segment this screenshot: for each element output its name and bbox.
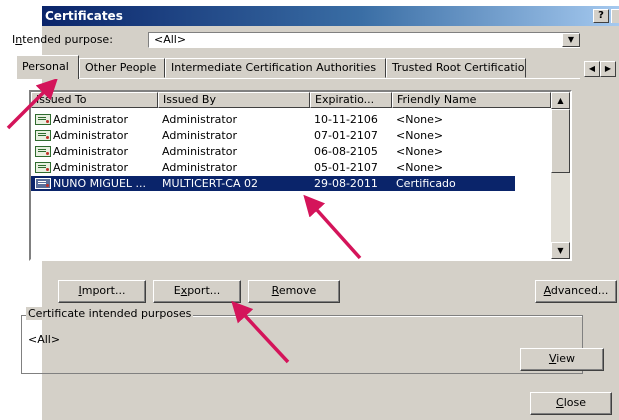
cell-issued-by: Administrator: [162, 145, 237, 158]
scroll-up-icon[interactable]: ▲: [551, 92, 570, 109]
title-bar: Certificates ?: [42, 6, 619, 26]
scroll-down-icon[interactable]: ▼: [551, 242, 570, 259]
column-issued-to[interactable]: Issued To: [31, 92, 158, 108]
tab-scroll-right-icon[interactable]: ▶: [600, 61, 616, 77]
tab-scroll-left-icon[interactable]: ◀: [584, 61, 600, 77]
cell-friendly-name: <None>: [396, 113, 444, 126]
vertical-scrollbar[interactable]: ▲ ▼: [551, 92, 570, 259]
intended-purposes-value: <All>: [28, 333, 61, 346]
cell-friendly-name: Certificado: [396, 177, 456, 190]
intended-purpose-value: <All>: [154, 33, 187, 46]
cell-issued-to: NUNO MIGUEL ...: [53, 177, 147, 190]
cell-issued-to: Administrator: [53, 129, 128, 142]
intended-purpose-select[interactable]: <All>: [148, 32, 580, 48]
help-button[interactable]: ?: [593, 9, 609, 23]
column-friendly-name[interactable]: Friendly Name: [392, 92, 551, 108]
remove-button[interactable]: Remove: [248, 280, 340, 303]
cell-issued-by: Administrator: [162, 129, 237, 142]
chevron-down-icon[interactable]: ▼: [562, 33, 580, 47]
certificate-icon: [35, 162, 51, 173]
tab-trusted-root[interactable]: Trusted Root Certification: [386, 58, 526, 78]
certificate-icon: [35, 178, 51, 189]
scroll-thumb[interactable]: [551, 109, 570, 173]
table-row[interactable]: Administrator Administrator 10-11-2106 <…: [31, 112, 551, 127]
cell-expiration: 07-01-2107: [314, 129, 378, 142]
cell-issued-by: MULTICERT-CA 02: [162, 177, 258, 190]
cell-friendly-name: <None>: [396, 129, 444, 142]
certificate-list[interactable]: Issued To Issued By Expiratio... Friendl…: [29, 90, 572, 261]
cell-issued-to: Administrator: [53, 113, 128, 126]
intended-purpose-label: Intended purpose:: [12, 33, 113, 46]
tab-intermediate-ca[interactable]: Intermediate Certification Authorities: [165, 58, 386, 78]
table-row[interactable]: Administrator Administrator 06-08-2105 <…: [31, 144, 551, 159]
column-issued-by[interactable]: Issued By: [158, 92, 310, 108]
table-row[interactable]: Administrator Administrator 05-01-2107 <…: [31, 160, 551, 175]
cell-issued-to: Administrator: [53, 161, 128, 174]
cell-issued-by: Administrator: [162, 161, 237, 174]
cell-friendly-name: <None>: [396, 161, 444, 174]
tab-personal[interactable]: Personal: [16, 55, 79, 79]
table-row[interactable]: Administrator Administrator 07-01-2107 <…: [31, 128, 551, 143]
cell-friendly-name: <None>: [396, 145, 444, 158]
cell-expiration: 29-08-2011: [314, 177, 378, 190]
certificate-icon: [35, 114, 51, 125]
window-title: Certificates: [45, 9, 123, 23]
list-header: Issued To Issued By Expiratio... Friendl…: [31, 92, 551, 108]
import-button[interactable]: Import...: [58, 280, 146, 303]
advanced-button[interactable]: Advanced...: [535, 280, 617, 303]
column-expiration[interactable]: Expiratio...: [310, 92, 392, 108]
export-button[interactable]: Export...: [153, 280, 241, 303]
cell-issued-by: Administrator: [162, 113, 237, 126]
certificate-icon: [35, 130, 51, 141]
cell-expiration: 05-01-2107: [314, 161, 378, 174]
tab-other-people[interactable]: Other People: [79, 58, 165, 78]
close-title-button[interactable]: [611, 9, 619, 23]
certificate-icon: [35, 146, 51, 157]
intended-purposes-group: [21, 315, 583, 374]
cell-expiration: 10-11-2106: [314, 113, 378, 126]
cell-issued-to: Administrator: [53, 145, 128, 158]
intended-purposes-title: Certificate intended purposes: [26, 307, 194, 320]
cell-expiration: 06-08-2105: [314, 145, 378, 158]
view-button[interactable]: View: [520, 348, 604, 371]
table-row-selected[interactable]: NUNO MIGUEL ... MULTICERT-CA 02 29-08-20…: [31, 176, 515, 191]
close-button[interactable]: Close: [530, 392, 612, 415]
